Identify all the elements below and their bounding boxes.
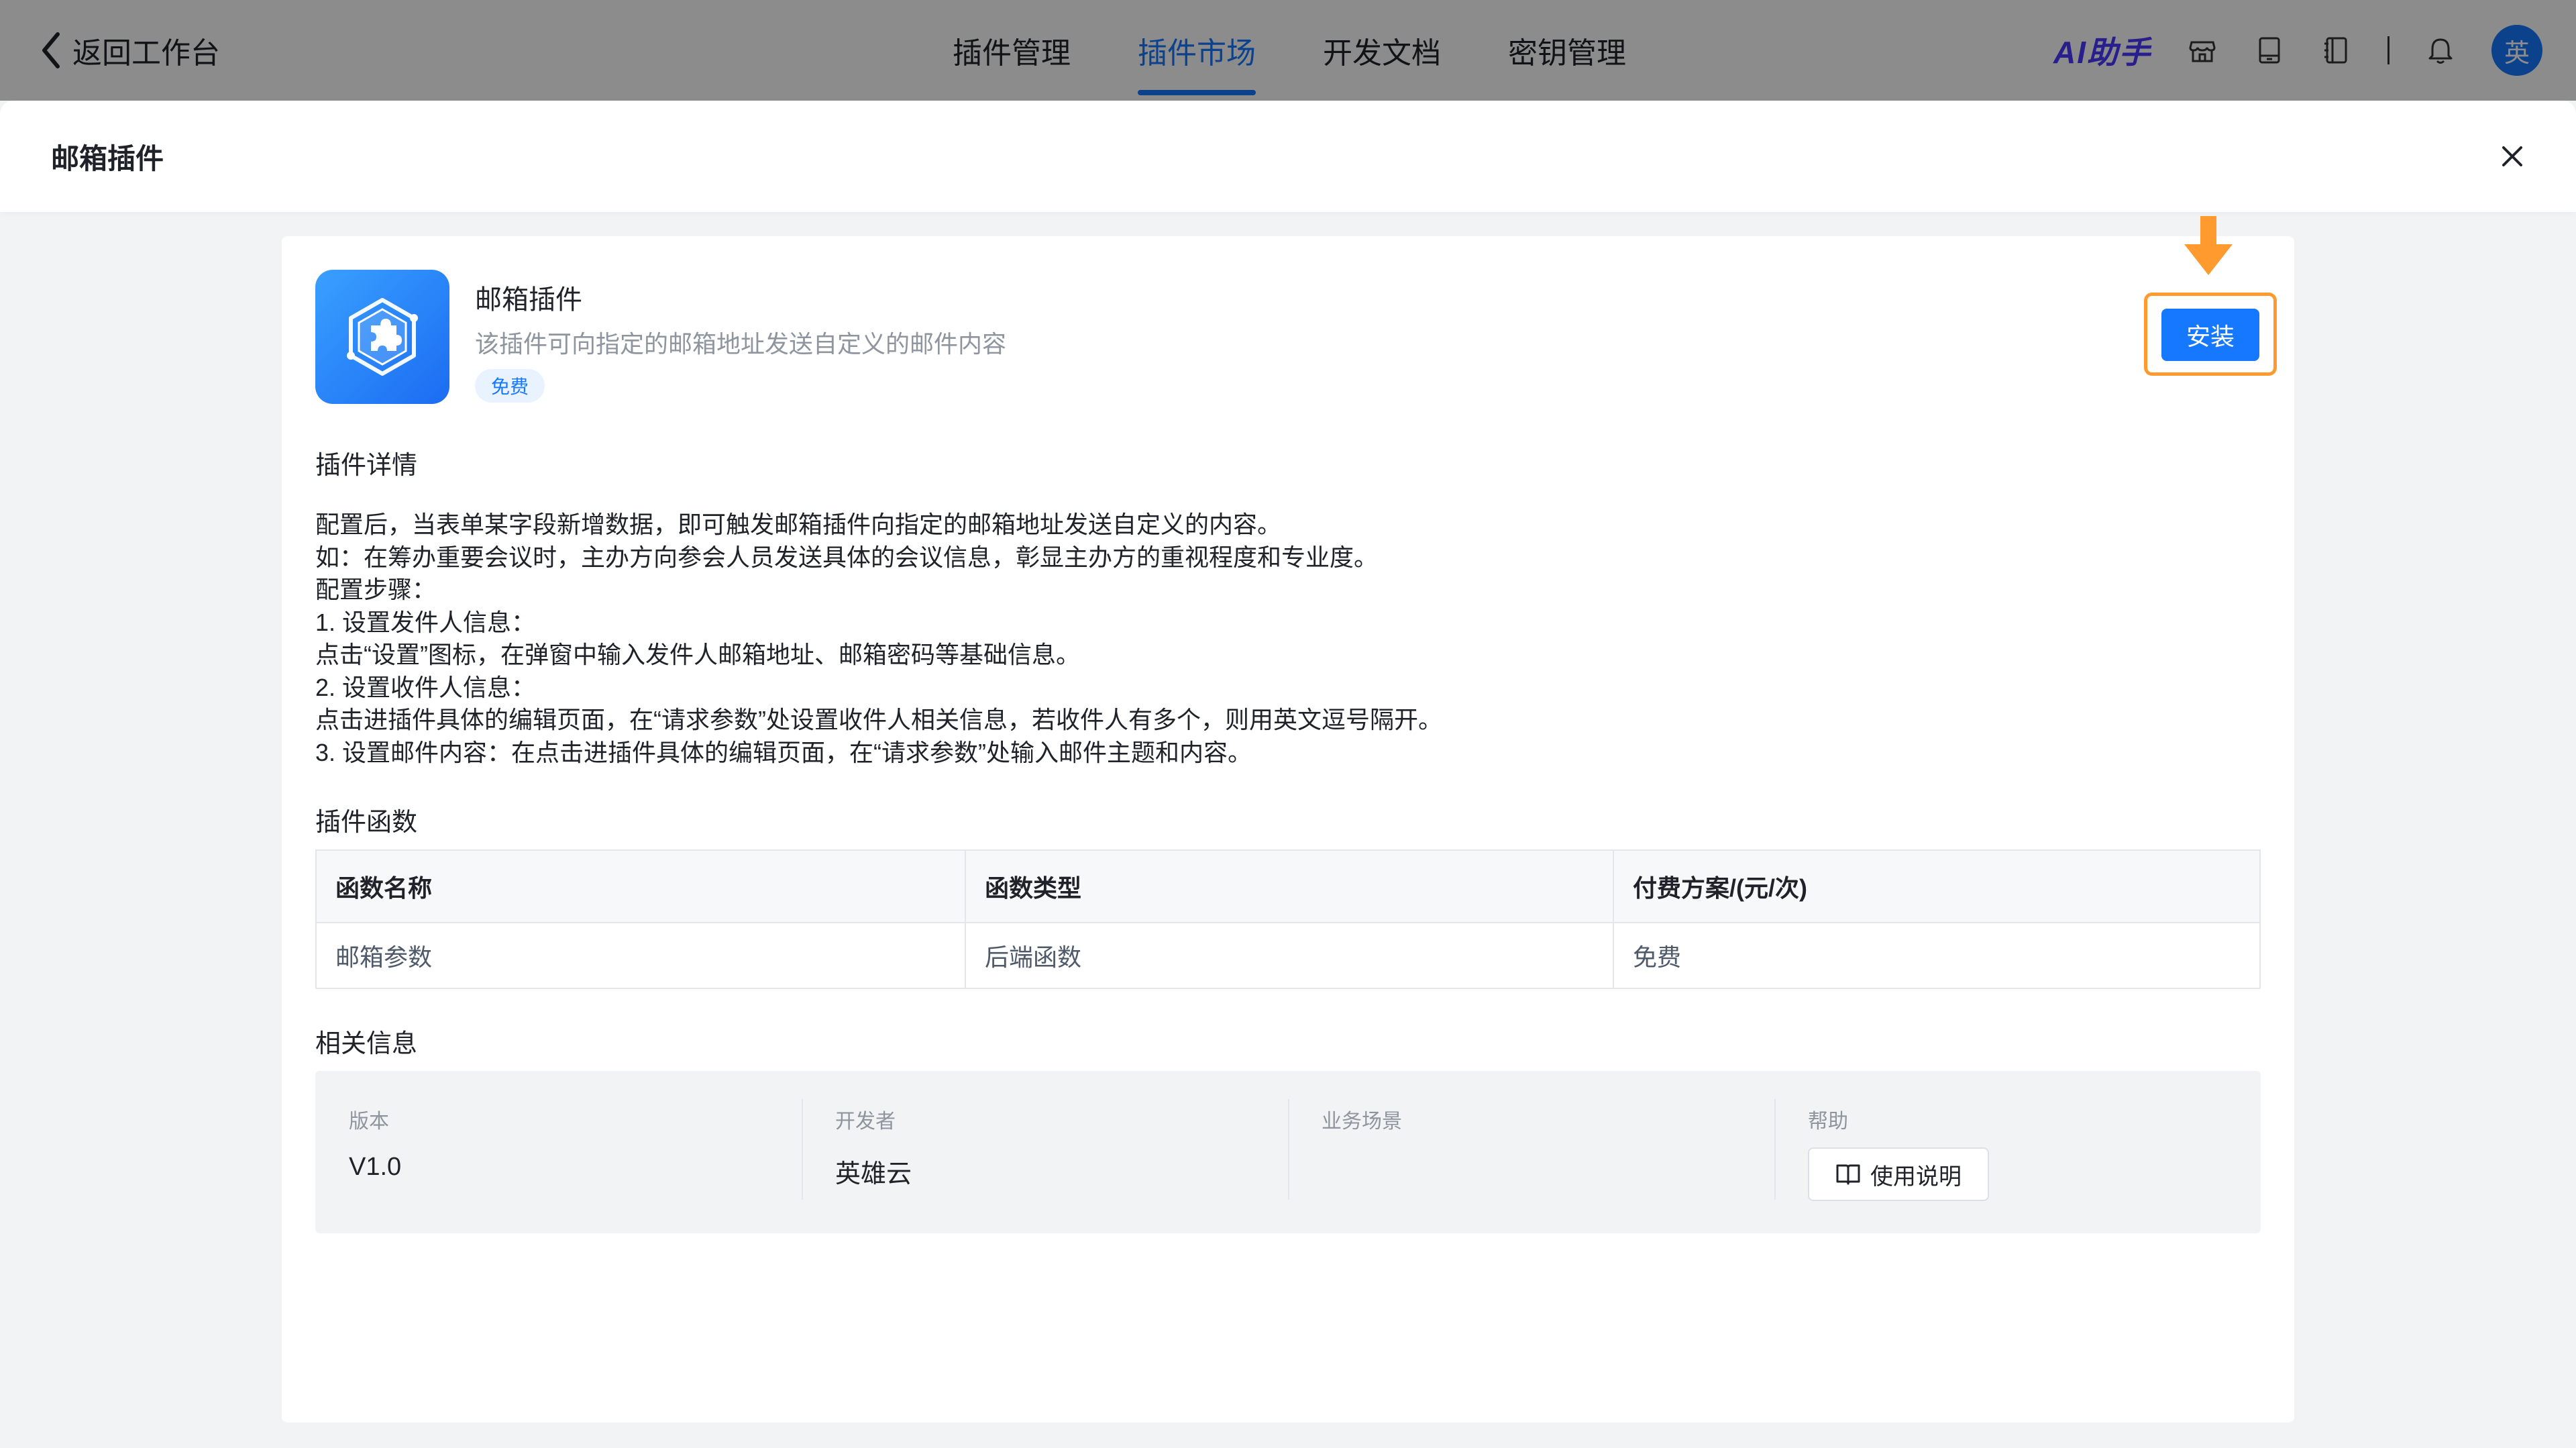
column-header: 函数名称 — [315, 849, 966, 923]
book-icon — [1836, 1164, 1860, 1185]
details-line: 1. 设置发件人信息： — [315, 608, 536, 636]
info-label: 业务场景 — [1322, 1110, 1402, 1133]
table-cell: 后端函数 — [965, 922, 1614, 989]
related-info-panel: 版本 V1.0 开发者 英雄云 业务场景 帮助 使用说明 — [315, 1071, 2261, 1233]
info-value: 英雄云 — [835, 1160, 912, 1188]
info-label: 帮助 — [1808, 1110, 1848, 1133]
info-version: 版本 V1.0 — [315, 1071, 802, 1233]
table-row: 邮箱参数 后端函数 免费 — [315, 922, 2261, 989]
table-cell: 邮箱参数 — [315, 922, 966, 989]
modal-overlay[interactable] — [0, 0, 2576, 101]
info-label: 版本 — [349, 1110, 389, 1133]
install-button[interactable]: 安装 — [2161, 309, 2259, 361]
column-header: 函数类型 — [965, 849, 1614, 923]
info-scenario: 业务场景 — [1288, 1071, 1774, 1233]
details-line: 2. 设置收件人信息： — [315, 673, 536, 701]
details-heading: 插件详情 — [315, 452, 418, 480]
details-line: 配置步骤： — [315, 576, 437, 603]
info-value: V1.0 — [349, 1153, 402, 1181]
info-help: 帮助 使用说明 — [1774, 1071, 2261, 1233]
plugin-description: 该插件可向指定的邮箱地址发送自定义的邮件内容 — [475, 330, 1007, 358]
details-line: 点击进插件具体的编辑页面，在“请求参数”处设置收件人相关信息，若收件人有多个，则… — [315, 706, 1442, 733]
plugin-logo — [315, 270, 449, 404]
arrow-down-icon — [2184, 216, 2233, 275]
related-heading: 相关信息 — [315, 1030, 418, 1058]
plugin-name: 邮箱插件 — [475, 285, 582, 315]
column-header: 付费方案/(元/次) — [1613, 849, 2261, 923]
price-tag: 免费 — [475, 369, 545, 403]
info-developer: 开发者 英雄云 — [802, 1071, 1288, 1233]
drawer-title: 邮箱插件 — [51, 142, 164, 174]
puzzle-hexagon-icon — [347, 298, 418, 376]
drawer-header: 邮箱插件 — [0, 101, 2576, 212]
usage-guide-button[interactable]: 使用说明 — [1808, 1147, 1989, 1201]
details-line: 3. 设置邮件内容：在点击进插件具体的编辑页面，在“请求参数”处输入邮件主题和内… — [315, 738, 1252, 766]
details-line: 配置后，当表单某字段新增数据，即可触发邮箱插件向指定的邮箱地址发送自定义的内容。 — [315, 511, 1282, 538]
plugin-detail-drawer: 邮箱插件 邮箱插件 该插件可向指定的邮箱地址发送自定义的邮件内容 免费 安装 插… — [0, 101, 2576, 1448]
details-line: 点击“设置”图标，在弹窗中输入发件人邮箱地址、邮箱密码等基础信息。 — [315, 641, 1080, 668]
functions-table: 函数名称 函数类型 付费方案/(元/次) 邮箱参数 后端函数 免费 — [315, 849, 2261, 989]
close-icon[interactable] — [2496, 140, 2529, 173]
table-header-row: 函数名称 函数类型 付费方案/(元/次) — [315, 849, 2261, 923]
info-label: 开发者 — [835, 1110, 896, 1133]
functions-heading: 插件函数 — [315, 809, 418, 837]
plugin-detail-card: 邮箱插件 该插件可向指定的邮箱地址发送自定义的邮件内容 免费 安装 插件详情 配… — [282, 216, 2294, 1423]
table-cell: 免费 — [1613, 922, 2261, 989]
usage-guide-label: 使用说明 — [1870, 1163, 1962, 1190]
details-body: 配置后，当表单某字段新增数据，即可触发邮箱插件向指定的邮箱地址发送自定义的内容。… — [315, 509, 2194, 769]
details-line: 如：在筹办重要会议时，主办方向参会人员发送具体的会议信息，彰显主办方的重视程度和… — [315, 543, 1379, 571]
